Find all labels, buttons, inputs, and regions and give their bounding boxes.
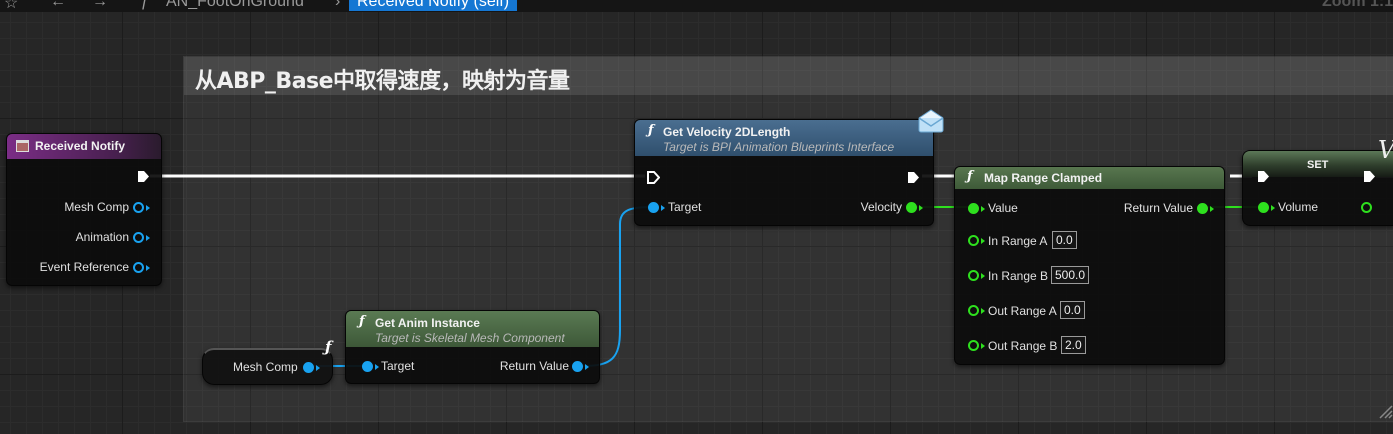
exec-out-pin[interactable] — [137, 170, 150, 183]
exec-in-pin[interactable] — [1257, 170, 1270, 183]
target-pin-label: Target — [381, 359, 415, 373]
pin-arrow — [1271, 205, 1275, 211]
pin-arrow — [585, 364, 589, 370]
function-icon: ƒ — [325, 338, 332, 356]
mesh-comp-output-pin[interactable] — [303, 362, 314, 373]
return-value-pin[interactable] — [572, 361, 583, 372]
set-volume-node[interactable]: SET Volume — [1242, 150, 1393, 226]
pin-arrow — [919, 205, 923, 211]
pin-arrow — [375, 364, 379, 370]
function-icon: ƒ — [648, 123, 654, 138]
pin-label-mesh-comp: Mesh Comp — [64, 200, 129, 214]
exec-in-pin[interactable] — [647, 171, 660, 184]
mesh-comp-getter-label: Mesh Comp — [233, 360, 298, 374]
animation-pin[interactable] — [133, 232, 144, 243]
map-range-clamped-title: Map Range Clamped — [984, 171, 1103, 185]
mesh-comp-getter-node[interactable]: Mesh Comp — [202, 348, 333, 385]
pin-label-event-reference: Event Reference — [39, 260, 129, 274]
out-range-a-pin[interactable] — [968, 305, 979, 316]
set-node-title: SET — [1307, 159, 1329, 171]
return-value-pin-label: Return Value — [1123, 201, 1193, 215]
function-icon: ƒ — [967, 169, 973, 184]
event-reference-pin[interactable] — [133, 262, 144, 273]
pin-arrow — [981, 273, 985, 279]
get-anim-instance-node[interactable]: ƒ Get Anim Instance Target is Skeletal M… — [345, 310, 600, 384]
pin-label-animation: Animation — [75, 230, 129, 244]
value-pin[interactable] — [968, 203, 979, 214]
get-velocity-subtitle: Target is BPI Animation Blueprints Inter… — [663, 140, 895, 154]
pin-arrow — [146, 265, 150, 271]
target-pin[interactable] — [362, 361, 373, 372]
return-value-pin-label: Return Value — [499, 359, 569, 373]
volume-output-pin[interactable] — [1361, 202, 1372, 213]
get-velocity-title: Get Velocity 2DLength — [663, 125, 791, 139]
map-range-clamped-node[interactable]: ƒ Map Range Clamped Value Return Value I… — [954, 166, 1225, 365]
return-value-pin[interactable] — [1197, 203, 1208, 214]
pin-arrow — [1210, 206, 1214, 212]
exec-out-pin[interactable] — [1363, 170, 1376, 183]
value-pin-label: Value — [988, 201, 1018, 215]
pin-arrow — [661, 205, 665, 211]
pin-arrow — [146, 235, 150, 241]
function-icon: ƒ — [359, 314, 365, 329]
target-pin[interactable] — [648, 202, 659, 213]
pin-arrow — [981, 238, 985, 244]
mesh-comp-pin[interactable] — [133, 202, 144, 213]
out-range-a-input[interactable]: 0.0 — [1060, 301, 1085, 319]
pin-arrow — [981, 206, 985, 212]
volume-pin-label: Volume — [1278, 200, 1319, 214]
set-node-overflow-label: Vo — [1378, 136, 1393, 164]
in-range-b-label: In Range B — [988, 269, 1049, 283]
in-range-b-pin[interactable] — [968, 270, 979, 281]
volume-pin[interactable] — [1258, 202, 1269, 213]
velocity-pin-label: Velocity — [860, 200, 902, 214]
out-range-b-pin[interactable] — [968, 340, 979, 351]
received-notify-title: Received Notify — [35, 139, 126, 153]
get-anim-instance-title: Get Anim Instance — [375, 316, 480, 330]
comment-resize-grip[interactable] — [1378, 404, 1393, 420]
received-notify-node[interactable]: Received Notify Mesh Comp Animation Even… — [6, 133, 162, 286]
in-range-a-pin[interactable] — [968, 235, 979, 246]
out-range-b-label: Out Range B — [988, 339, 1058, 353]
pin-arrow — [316, 365, 320, 371]
in-range-b-input[interactable]: 500.0 — [1051, 266, 1090, 284]
exec-out-pin[interactable] — [907, 171, 920, 184]
event-icon — [16, 140, 29, 152]
pin-arrow — [981, 308, 985, 314]
pin-arrow — [981, 343, 985, 349]
get-velocity-node[interactable]: ƒ Get Velocity 2DLength Target is BPI An… — [634, 119, 934, 226]
in-range-a-input[interactable]: 0.0 — [1052, 231, 1077, 249]
in-range-a-label: In Range A — [988, 234, 1048, 248]
out-range-a-label: Out Range A — [988, 304, 1057, 318]
out-range-b-input[interactable]: 2.0 — [1061, 336, 1086, 354]
get-anim-instance-subtitle: Target is Skeletal Mesh Component — [375, 331, 565, 345]
velocity-pin[interactable] — [906, 202, 917, 213]
pin-arrow — [146, 205, 150, 211]
envelope-icon — [918, 109, 944, 133]
target-pin-label: Target — [668, 200, 702, 214]
